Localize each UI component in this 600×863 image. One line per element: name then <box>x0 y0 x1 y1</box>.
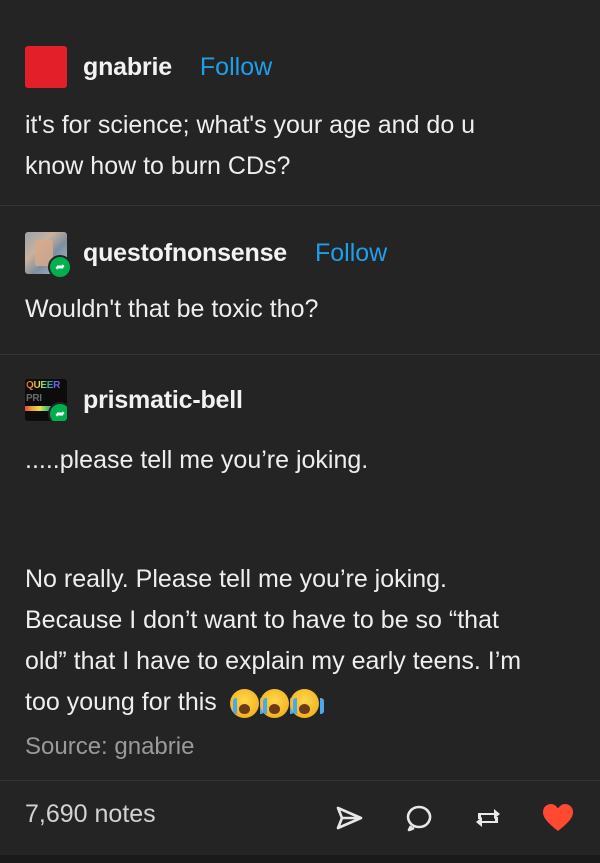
reblog-badge-icon <box>48 255 72 279</box>
post-text-line: old” that I have to explain my early tee… <box>25 647 522 675</box>
post-text-line-last: too young for this <box>25 682 585 723</box>
follow-button[interactable]: Follow <box>200 53 272 82</box>
tumblr-post: gnabrie Follow it's for science; what's … <box>0 0 600 863</box>
loudly-crying-face-icon <box>259 688 294 718</box>
post-text-line: too young for this <box>25 688 217 716</box>
post-text-line: it's for science; what's your age and do… <box>25 111 476 139</box>
reblog-icon[interactable] <box>470 798 506 838</box>
post-text-line: Because I don’t want to have to be so “t… <box>25 606 499 634</box>
post-header-gnabrie: gnabrie Follow <box>25 46 272 88</box>
avatar[interactable]: QUEER PRI <box>25 379 67 421</box>
follow-button[interactable]: Follow <box>315 239 387 268</box>
divider <box>0 780 600 781</box>
reply-icon[interactable] <box>401 798 437 838</box>
post-text-line: No really. Please tell me you’re joking. <box>25 565 447 593</box>
reblog-badge-icon <box>48 402 67 421</box>
avatar-text: PRI <box>26 393 42 404</box>
emoji-row <box>229 688 324 718</box>
username-prismatic-bell[interactable]: prismatic-bell <box>83 386 243 415</box>
post-text-line: .....please tell me you’re joking. <box>25 446 369 474</box>
post-text-line: Wouldn't that be toxic tho? <box>25 295 319 323</box>
username-gnabrie[interactable]: gnabrie <box>83 53 172 82</box>
notes-count[interactable]: 7,690 notes <box>25 800 156 829</box>
post-header-prismatic-bell: QUEER PRI prismatic-bell <box>25 379 243 421</box>
avatar[interactable] <box>25 46 67 88</box>
loudly-crying-face-icon <box>229 688 264 718</box>
post-header-questofnonsense: questofnonsense Follow <box>25 232 387 279</box>
source-link[interactable]: Source: gnabrie <box>25 733 194 761</box>
post-body-prismatic-bell: .....please tell me you’re joking. <box>25 440 585 481</box>
share-icon[interactable] <box>331 798 367 838</box>
bottom-bar <box>0 855 600 863</box>
post-paragraph-2: No really. Please tell me you’re joking.… <box>25 559 585 723</box>
avatar-text: QUEER <box>26 380 61 391</box>
loudly-crying-face-icon <box>289 688 324 718</box>
username-questofnonsense[interactable]: questofnonsense <box>83 239 287 268</box>
divider <box>0 354 600 355</box>
heart-icon[interactable] <box>540 798 576 838</box>
post-body-questofnonsense: Wouldn't that be toxic tho? <box>25 289 585 330</box>
avatar[interactable] <box>25 232 72 279</box>
post-text-line: know how to burn CDs? <box>25 152 291 180</box>
divider <box>0 205 600 206</box>
post-body-gnabrie: it's for science; what's your age and do… <box>25 105 585 187</box>
